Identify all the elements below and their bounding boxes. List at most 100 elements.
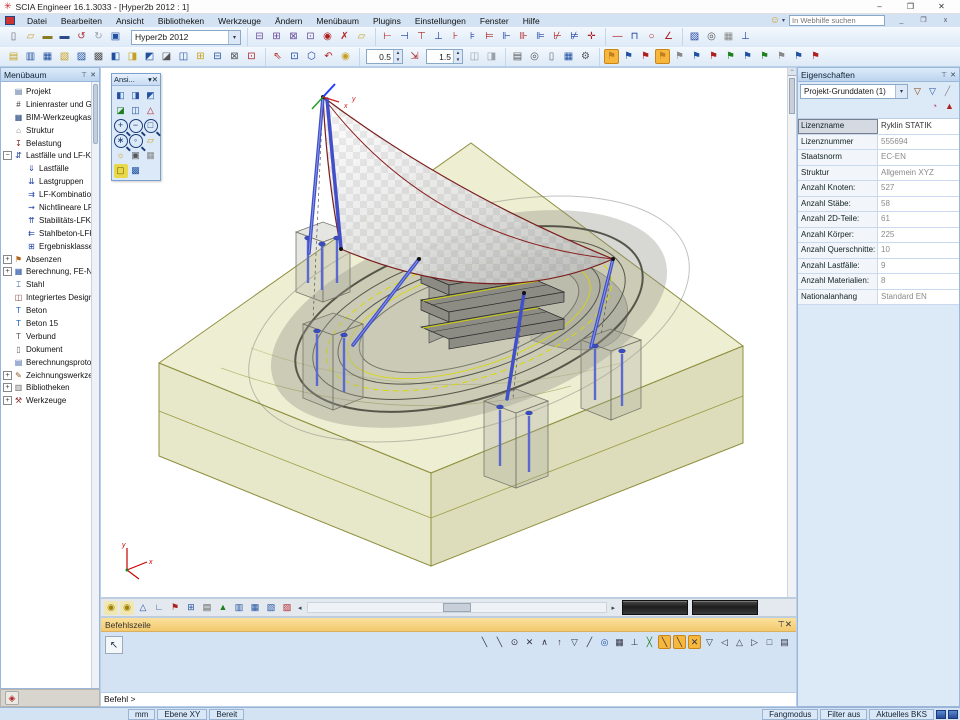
docked-toolbar-handle-icon[interactable]: ◈ — [5, 691, 19, 705]
property-value[interactable]: 225 — [878, 228, 959, 243]
save-icon[interactable]: ▬ — [40, 30, 55, 45]
tree-item-belastung[interactable]: ↧Belastung — [1, 137, 99, 150]
combo-arrow-icon[interactable]: ▾ — [895, 85, 907, 98]
splitter-handle[interactable]: − — [788, 68, 796, 76]
line-tool-icon[interactable]: — — [610, 30, 625, 45]
tree-item-ergebnisklassen[interactable]: ⊞Ergebnisklassen — [1, 240, 99, 253]
measure-tool-icon[interactable]: ⊥ — [738, 30, 753, 45]
delete-icon[interactable]: ◉ — [320, 30, 335, 45]
tree-item-werkzeuge[interactable]: +⚒Werkzeuge — [1, 394, 99, 407]
help-dropdown-icon[interactable]: ▾ — [782, 17, 785, 24]
vscroll-thumb[interactable] — [789, 78, 795, 114]
view-params-icon[interactable]: ▨ — [280, 601, 294, 615]
window-close-icon[interactable]: ✕ — [934, 0, 949, 14]
snap-circle-icon[interactable]: ⊙ — [508, 635, 521, 649]
center-marks-icon[interactable]: ⊞ — [184, 601, 198, 615]
pin-icon[interactable]: ⊤ — [81, 71, 87, 79]
properties-combo[interactable]: Projekt-Grunddaten (1) ▾ — [800, 84, 908, 99]
tree-item-integriertes-design-forms[interactable]: ◫Integriertes Design Forms — [1, 291, 99, 304]
project-combo[interactable]: Hyper2b 2012 ▾ — [131, 30, 241, 45]
zoom-selection-icon[interactable]: ◦ — [129, 134, 143, 148]
rendered-view-icon[interactable]: ▧ — [57, 49, 72, 64]
menu-ndern[interactable]: Ändern — [268, 16, 309, 26]
tree-item-berechnung-fe-netz[interactable]: +▦Berechnung, FE-Netz — [1, 265, 99, 278]
view-flag-2-icon[interactable]: ⚑ — [621, 49, 636, 64]
snap-segment-icon[interactable]: ╲ — [493, 635, 506, 649]
snap-off-icon[interactable]: ✕ — [523, 635, 536, 649]
model-viewport[interactable]: x y y x Ansi... ▾ ✕ — [100, 67, 797, 598]
load-scale-spinner[interactable]: 0.5 ▲▼ — [366, 49, 403, 64]
menu-ansicht[interactable]: Ansicht — [109, 16, 151, 26]
close-icon[interactable]: ✕ — [90, 71, 96, 79]
beam-tool-10-icon[interactable]: ⊫ — [533, 30, 548, 45]
menu-werkzeuge[interactable]: Werkzeuge — [211, 16, 268, 26]
status-filter-aus[interactable]: Filter aus — [820, 709, 867, 720]
view-flag-1-icon[interactable]: ⚑ — [604, 49, 619, 64]
expand-icon[interactable]: + — [3, 371, 12, 380]
chart-pie-icon[interactable]: ◔ — [928, 100, 941, 113]
axo-view-icon[interactable]: ◪ — [159, 49, 174, 64]
view-flag-11-icon[interactable]: ⚑ — [774, 49, 789, 64]
light-toggle-icon[interactable]: ☼ — [114, 149, 128, 163]
docked-window-preview-2[interactable] — [692, 600, 758, 615]
beam-tool-4-icon[interactable]: ⊥ — [431, 30, 446, 45]
docked-window-preview-1[interactable] — [622, 600, 688, 615]
pin-icon[interactable]: ⊤ — [941, 71, 947, 79]
beam-tool-5-icon[interactable]: ⊦ — [448, 30, 463, 45]
view-axo-icon[interactable]: ◪ — [114, 104, 128, 118]
status-bereit[interactable]: Bereit — [209, 709, 244, 720]
filter-type-icon[interactable]: ▽ — [911, 85, 924, 98]
flag-display-icon[interactable]: ⚑ — [168, 601, 182, 615]
deform-scale-spinner[interactable]: 1.5 ▲▼ — [426, 49, 463, 64]
snap-endpoint-icon[interactable]: ╲ — [673, 635, 686, 649]
snap-intersection-icon[interactable]: ✕ — [688, 635, 701, 649]
menu-plugins[interactable]: Plugins — [366, 16, 408, 26]
snap-quadrant-icon[interactable]: △ — [733, 635, 746, 649]
zoom-document-icon[interactable]: ◎ — [704, 30, 719, 45]
help-smiley-icon[interactable]: ☺ — [770, 15, 780, 26]
snap-extension-icon[interactable]: □ — [763, 635, 776, 649]
tracking-toggle-icon[interactable]: ◎ — [598, 635, 611, 649]
expand-icon[interactable]: + — [3, 255, 12, 264]
beam-tool-11-icon[interactable]: ⊬ — [550, 30, 565, 45]
tree-item-stahl[interactable]: ⌶Stahl — [1, 278, 99, 291]
brush-tool-icon[interactable]: ▨ — [687, 30, 702, 45]
axes-display-icon[interactable]: ∟ — [152, 601, 166, 615]
clean-icon[interactable]: ✗ — [337, 30, 352, 45]
tree-item-lastf-lle[interactable]: ⇓Lastfälle — [1, 162, 99, 175]
tree-item-dokument[interactable]: ▯Dokument — [1, 343, 99, 356]
angle-tool-icon[interactable]: ∠ — [661, 30, 676, 45]
tree-item-zeichnungswerkzeuge[interactable]: +✎Zeichnungswerkzeuge — [1, 369, 99, 382]
snap-node-icon[interactable]: ∧ — [538, 635, 551, 649]
calculator-icon[interactable]: ▦ — [561, 49, 576, 64]
3d-model-view[interactable]: x y y x — [101, 68, 797, 598]
close-icon[interactable]: ✕ — [950, 71, 956, 79]
window-minimize-icon[interactable]: – — [872, 0, 887, 14]
zoom-window-icon[interactable]: □ — [144, 119, 158, 133]
view-flag-3-icon[interactable]: ⚑ — [638, 49, 653, 64]
tree-item-stabilit-ts-lfk[interactable]: ⇈Stabilitäts-LFK — [1, 214, 99, 227]
select-window-icon[interactable]: ⊡ — [287, 49, 302, 64]
pin-view-1-icon[interactable]: ◉ — [104, 601, 118, 615]
transparent-view-icon[interactable]: ▨ — [74, 49, 89, 64]
display-params-2-icon[interactable]: ◨ — [484, 49, 499, 64]
combo-arrow-icon[interactable]: ▾ — [228, 31, 240, 44]
shading-toggle-icon[interactable]: ▲ — [216, 601, 230, 615]
edit-pencil-icon[interactable]: ╱ — [941, 85, 954, 98]
view-y-icon[interactable]: ◨ — [125, 49, 140, 64]
layer-settings-icon[interactable]: ⊟ — [210, 49, 225, 64]
beam-tool-12-icon[interactable]: ⊭ — [567, 30, 582, 45]
expand-icon[interactable]: + — [3, 396, 12, 405]
select-previous-icon[interactable]: ↶ — [321, 49, 336, 64]
tree-item-lastf-lle-und-lf-kombinatic[interactable]: −⇵Lastfälle und LF-Kombinatic — [1, 149, 99, 162]
shaded-view-icon[interactable]: ▥ — [23, 49, 38, 64]
grid-snap-icon[interactable]: ▦ — [613, 635, 626, 649]
regen-view-icon[interactable]: ⊡ — [244, 49, 259, 64]
wireframe-view-icon[interactable]: ▤ — [6, 49, 21, 64]
save-all-icon[interactable]: ▬ — [57, 30, 72, 45]
menu-men-baum[interactable]: Menübaum — [309, 16, 366, 26]
print-view-icon[interactable]: ▱ — [144, 134, 158, 148]
app-icon[interactable] — [5, 16, 15, 25]
tree-item-nichtlineare-lf-kombin[interactable]: ⇝Nichtlineare LF-Kombin — [1, 201, 99, 214]
snap-diagonal-icon[interactable]: ╱ — [583, 635, 596, 649]
